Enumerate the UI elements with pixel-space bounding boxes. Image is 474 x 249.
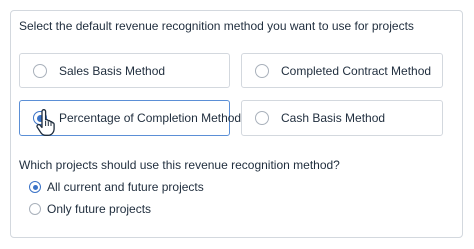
cash-basis-method-option[interactable]: Cash Basis Method xyxy=(241,100,443,136)
method-label: Percentage of Completion Method xyxy=(59,111,242,125)
radio-icon[interactable] xyxy=(255,111,269,125)
scope-label: Only future projects xyxy=(47,202,152,216)
method-heading: Select the default revenue recognition m… xyxy=(19,19,414,33)
radio-icon[interactable] xyxy=(33,63,47,78)
radio-checked-icon[interactable] xyxy=(29,181,41,193)
scope-label: All current and future projects xyxy=(47,180,204,194)
sales-basis-method-option[interactable]: Sales Basis Method xyxy=(19,53,230,88)
radio-icon[interactable] xyxy=(255,63,269,78)
scope-question: Which projects should use this revenue r… xyxy=(19,158,340,172)
method-label: Sales Basis Method xyxy=(59,63,166,78)
method-label: Completed Contract Method xyxy=(281,63,432,78)
method-label: Cash Basis Method xyxy=(281,111,386,125)
radio-checked-icon[interactable] xyxy=(33,111,47,125)
future-projects-option[interactable]: Only future projects xyxy=(19,202,151,216)
completed-contract-method-option[interactable]: Completed Contract Method xyxy=(241,53,443,88)
all-projects-option[interactable]: All current and future projects xyxy=(19,180,204,194)
radio-icon[interactable] xyxy=(29,203,41,215)
percentage-of-completion-method-option[interactable]: Percentage of Completion Method xyxy=(19,100,241,136)
